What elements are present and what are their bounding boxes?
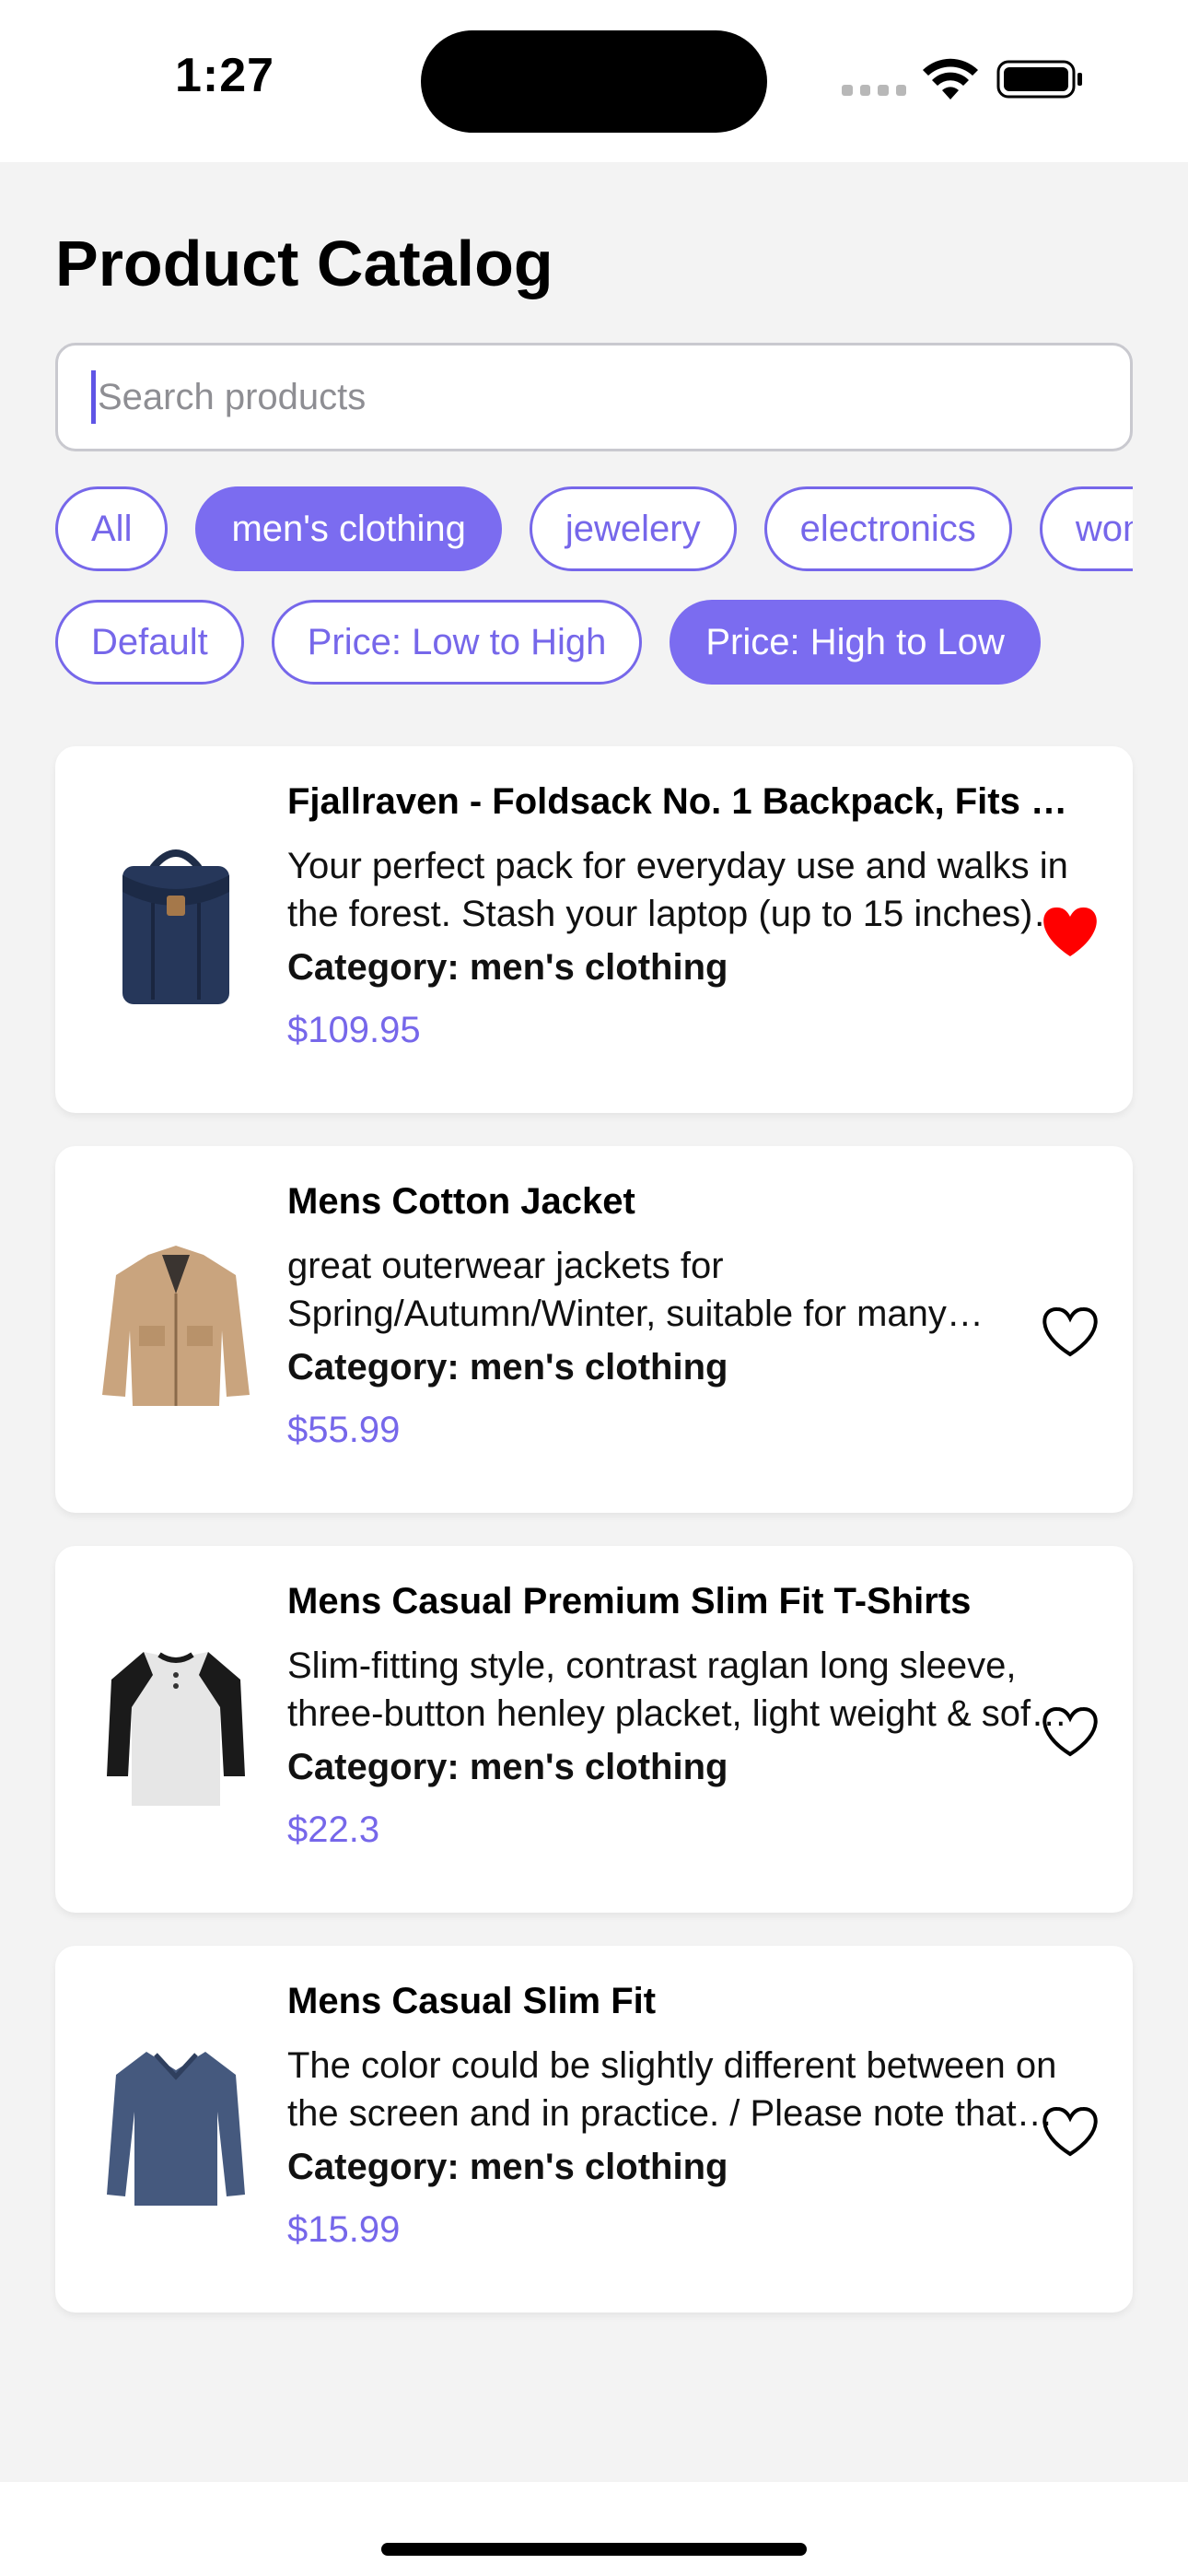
heart-outline-icon[interactable] — [1039, 1305, 1101, 1360]
jacket-icon — [102, 1246, 250, 1406]
product-price: $109.95 — [287, 1010, 421, 1050]
tshirt-icon — [107, 1652, 245, 1806]
product-price: $15.99 — [287, 2209, 401, 2250]
heart-outline-icon[interactable] — [1039, 1704, 1101, 1760]
dynamic-island — [421, 30, 767, 133]
product-image — [88, 1620, 263, 1832]
product-card[interactable]: Mens Cotton Jacket great outerwear jacke… — [55, 1146, 1133, 1513]
product-title: Fjallraven - Foldsack No. 1 Backpack, Fi… — [287, 781, 1070, 822]
product-category: Category: men's clothing — [287, 2147, 728, 2187]
product-description: The color could be slightly different be… — [287, 2045, 1057, 2134]
battery-icon — [996, 60, 1082, 99]
product-card[interactable]: Mens Casual Slim Fit The color could be … — [55, 1946, 1133, 2313]
product-title: Mens Casual Slim Fit — [287, 1981, 657, 2021]
heart-outline-icon[interactable] — [1039, 2104, 1101, 2160]
product-title: Mens Casual Premium Slim Fit T-Shirts — [287, 1581, 972, 1622]
category-filter-row[interactable]: All men's clothing jewelery electronics … — [55, 486, 1133, 571]
product-price: $22.3 — [287, 1809, 380, 1850]
backpack-icon — [122, 849, 229, 1004]
product-image — [88, 820, 263, 1032]
product-image — [88, 1220, 263, 1432]
catalog-screen: Product Catalog All men's clothing jewel… — [0, 162, 1188, 2482]
status-time: 1:27 — [175, 49, 275, 102]
product-price: $55.99 — [287, 1410, 401, 1450]
product-description: Slim-fitting style, contrast raglan long… — [287, 1645, 1042, 1734]
search-box[interactable] — [55, 343, 1133, 451]
category-chip-all[interactable]: All — [55, 486, 169, 571]
product-title: Mens Cotton Jacket — [287, 1181, 635, 1222]
category-chip-jewelery[interactable]: jewelery — [529, 486, 737, 571]
page-title: Product Catalog — [55, 228, 553, 299]
sort-option-row: Default Price: Low to High Price: High t… — [55, 600, 1160, 685]
home-indicator[interactable] — [381, 2543, 807, 2556]
product-image — [88, 2020, 263, 2231]
heart-filled-icon[interactable] — [1039, 905, 1101, 960]
wifi-icon — [923, 58, 978, 100]
home-indicator-area — [0, 2482, 1188, 2576]
product-description: great outerwear jackets for Spring/Autum… — [287, 1246, 947, 1334]
sort-chip-default[interactable]: Default — [55, 600, 244, 685]
product-category: Category: men's clothing — [287, 947, 728, 988]
status-bar: 1:27 — [0, 0, 1188, 162]
sort-chip-price-high-low[interactable]: Price: High to Low — [670, 600, 1041, 685]
product-card[interactable]: Mens Casual Premium Slim Fit T-Shirts Sl… — [55, 1546, 1133, 1913]
product-card[interactable]: Fjallraven - Foldsack No. 1 Backpack, Fi… — [55, 746, 1133, 1113]
category-chip-electronics[interactable]: electronics — [763, 486, 1012, 571]
longsleeve-icon — [107, 2052, 245, 2206]
text-caret — [91, 370, 96, 424]
product-list: Fjallraven - Foldsack No. 1 Backpack, Fi… — [55, 746, 1133, 2346]
search-input[interactable] — [98, 376, 1092, 418]
category-chip-womens-clothing[interactable]: women's clothing — [1039, 486, 1133, 571]
sort-chip-price-low-high[interactable]: Price: Low to High — [271, 600, 643, 685]
product-category: Category: men's clothing — [287, 1747, 728, 1787]
cellular-signal-icon — [842, 81, 906, 100]
category-chip-mens-clothing[interactable]: men's clothing — [195, 486, 502, 571]
product-description: Your perfect pack for everyday use and w… — [287, 846, 1068, 934]
product-category: Category: men's clothing — [287, 1347, 728, 1388]
